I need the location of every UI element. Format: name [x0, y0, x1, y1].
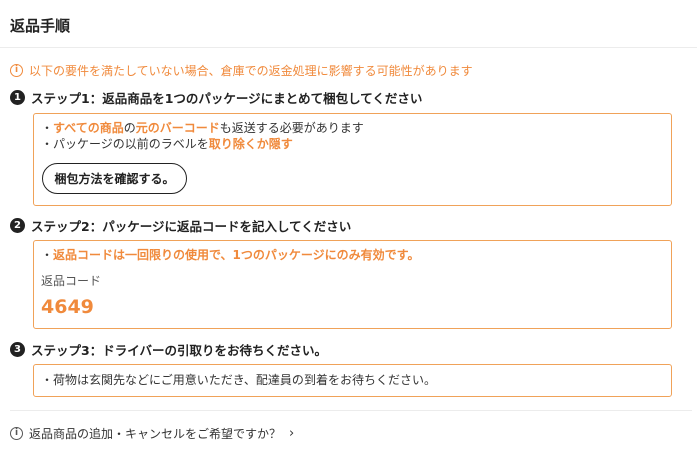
notice-text: 以下の要件を満たしていない場合、倉庫での返金処理に影響する可能性があります	[29, 63, 473, 78]
return-code-value: 4649	[41, 296, 94, 318]
page-title: 返品手順	[10, 17, 71, 35]
highlight-return-code-notice: 返品コードは一回限りの使用で、1つのパッケージにのみ有効です。	[53, 248, 420, 262]
step-3-title: 3 ステップ3：ドライバーの引取りをお待ちください。	[10, 340, 327, 358]
bullet: ・	[41, 121, 54, 135]
footer-text: 返品商品の追加・キャンセルをご希望ですか？	[29, 426, 282, 441]
chevron-right-icon: ›	[289, 425, 295, 441]
info-icon: i	[10, 63, 23, 77]
step-1-line-1: ・すべての商品の元のバーコードも返送する必要があります	[41, 120, 364, 136]
step-1-title: 1 ステップ1：返品商品を1つのパッケージにまとめて梱包してください	[10, 88, 422, 106]
step-3-title-text: ステップ3：ドライバーの引取りをお待ちください。	[31, 342, 327, 358]
highlight-all-items: すべての商品	[53, 121, 124, 135]
add-cancel-return-link[interactable]: i 返品商品の追加・キャンセルをご希望ですか？ ›	[10, 425, 294, 441]
step-3-box: ・荷物は玄関先などにご用意いただき、配達員の到着をお待ちください。	[33, 364, 672, 397]
return-code-label: 返品コード	[41, 274, 102, 288]
bullet: ・	[41, 373, 54, 387]
step-1-number-badge: 1	[10, 89, 25, 105]
step-2-line-1: ・返品コードは一回限りの使用で、1つのパッケージにのみ有効です。	[41, 247, 419, 263]
check-packing-method-button[interactable]: 梱包方法を確認する。	[42, 163, 187, 194]
divider	[10, 410, 692, 411]
text: 荷物は玄関先などにご用意いただき、配達員の到着をお待ちください。	[53, 373, 436, 387]
text: も返送する必要があります	[219, 121, 364, 135]
info-icon: i	[10, 426, 23, 440]
step-1-line-2: ・パッケージの以前のラベルを取り除くか隠す	[41, 136, 293, 152]
step-2-number-badge: 2	[10, 217, 25, 233]
step-1-box: ・すべての商品の元のバーコードも返送する必要があります ・パッケージの以前のラベ…	[33, 113, 672, 206]
step-1-title-text: ステップ1：返品商品を1つのパッケージにまとめて梱包してください	[31, 90, 423, 106]
bullet: ・	[41, 137, 54, 151]
text: の	[123, 121, 136, 135]
step-2-box: ・返品コードは一回限りの使用で、1つのパッケージにのみ有効です。 返品コード 4…	[33, 240, 672, 329]
requirement-notice: i 以下の要件を満たしていない場合、倉庫での返金処理に影響する可能性があります	[10, 62, 473, 78]
text: パッケージの以前のラベルを	[53, 137, 209, 151]
step-2-title: 2 ステップ2：パッケージに返品コードを記入してください	[10, 216, 351, 234]
bullet: ・	[41, 248, 54, 262]
step-2-title-text: ステップ2：パッケージに返品コードを記入してください	[31, 218, 352, 234]
step-3-number-badge: 3	[10, 341, 25, 357]
page-header: 返品手順	[0, 0, 697, 48]
step-3-line-1: ・荷物は玄関先などにご用意いただき、配達員の到着をお待ちください。	[41, 372, 436, 388]
highlight-original-barcode: 元のバーコード	[135, 121, 220, 135]
highlight-remove-or-hide: 取り除くか隠す	[208, 137, 293, 151]
